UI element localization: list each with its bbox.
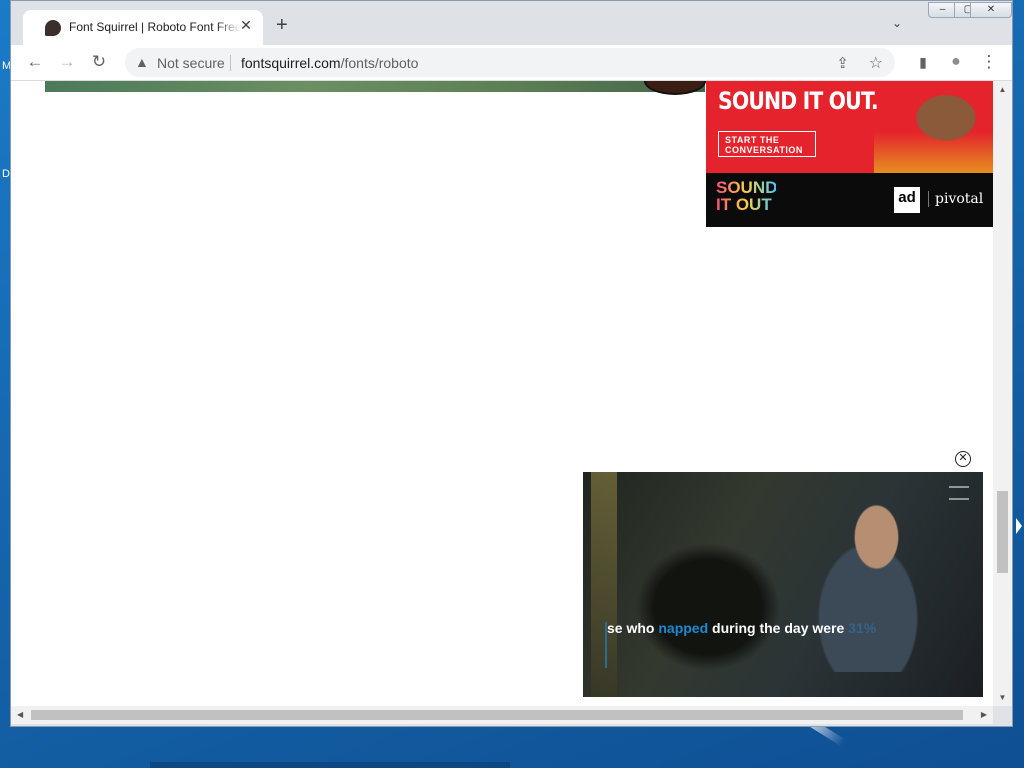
tab-title: Font Squirrel | Roboto Font Free [69,20,241,34]
scroll-up-arrow-icon[interactable]: ▲ [993,85,1012,94]
warning-icon[interactable]: ▲ [135,54,149,70]
floating-video-player[interactable]: se who napped during the day were 31% [583,472,983,697]
share-icon[interactable]: ⇪ [836,54,849,72]
squirrel-favicon-icon [45,20,61,36]
desktop-icon-label[interactable]: D [2,168,10,180]
url-text[interactable]: fontsquirrel.com/fonts/roboto [241,55,418,71]
hero-badge [644,81,706,95]
video-scene-shadow [623,532,793,682]
scroll-right-arrow-icon[interactable]: ▶ [981,710,987,719]
back-icon[interactable]: ← [25,53,45,71]
horizontal-scrollbar[interactable]: ◀ ▶ [11,706,993,724]
browser-menu-icon[interactable]: ⋮ [979,53,999,71]
forward-icon[interactable]: → [57,53,77,71]
video-menu-icon[interactable] [949,486,969,500]
video-scene-light [591,472,617,697]
hero-image-edge [45,81,705,92]
caption-highlight: napped [658,620,709,636]
caption-mid: during the day were [708,620,849,636]
omnibox-divider [230,55,231,71]
new-tab-button[interactable]: + [276,15,288,35]
vertical-scroll-thumb[interactable] [997,491,1008,573]
tab-strip: Font Squirrel | Roboto Font Free ✕ + ⌄ –… [11,1,1012,45]
window-close-button[interactable]: ✕ [970,2,1012,18]
pivotal-logo: pivotal [928,191,983,207]
caption-faded: 31% [848,620,877,636]
ad-bottom-panel: SOUND IT OUT ad pivotal [706,173,993,227]
vertical-scrollbar[interactable]: ▲ ▼ [993,81,1012,706]
bookmark-star-icon[interactable]: ☆ [869,53,883,73]
ad-photo [874,81,993,173]
ad-banner[interactable]: SOUND IT OUT. START THE CONVERSATION SOU… [706,81,993,227]
address-bar[interactable]: ▲ Not secure fontsquirrel.com/fonts/robo… [125,48,895,77]
close-tab-icon[interactable]: ✕ [237,17,255,34]
side-panel-icon[interactable]: ▮ [913,53,933,71]
horizontal-scroll-thumb[interactable] [31,710,963,720]
ad-cta-button[interactable]: START THE CONVERSATION [718,131,816,157]
video-scene-person [783,492,953,672]
ad-logo: SOUND IT OUT [716,178,778,214]
caption-prefix: se who [607,620,659,636]
profile-avatar-icon[interactable]: ● [946,53,966,71]
minimize-button[interactable]: – [928,2,957,18]
video-caption: se who napped during the day were 31% [607,620,876,636]
scroll-down-arrow-icon[interactable]: ▼ [993,693,1012,702]
browser-toolbar: ← → ↻ ▲ Not secure fontsquirrel.com/font… [11,45,1012,81]
ad-headline: SOUND IT OUT. [718,87,879,115]
ad-council-logo: ad [894,187,920,213]
security-label[interactable]: Not secure [157,55,225,71]
url-host: fontsquirrel.com [241,55,341,71]
video-close-icon[interactable]: ✕ [955,451,971,467]
url-path: /fonts/roboto [340,55,419,71]
reload-icon[interactable]: ↻ [89,53,109,71]
ad-top-panel: SOUND IT OUT. START THE CONVERSATION [706,81,993,173]
tab-search-chevron-icon[interactable]: ⌄ [892,16,902,30]
tab-font-squirrel[interactable]: Font Squirrel | Roboto Font Free ✕ [23,10,263,45]
mouse-cursor-icon [1016,518,1022,534]
taskbar-edge [150,762,510,768]
scroll-left-arrow-icon[interactable]: ◀ [17,710,23,719]
